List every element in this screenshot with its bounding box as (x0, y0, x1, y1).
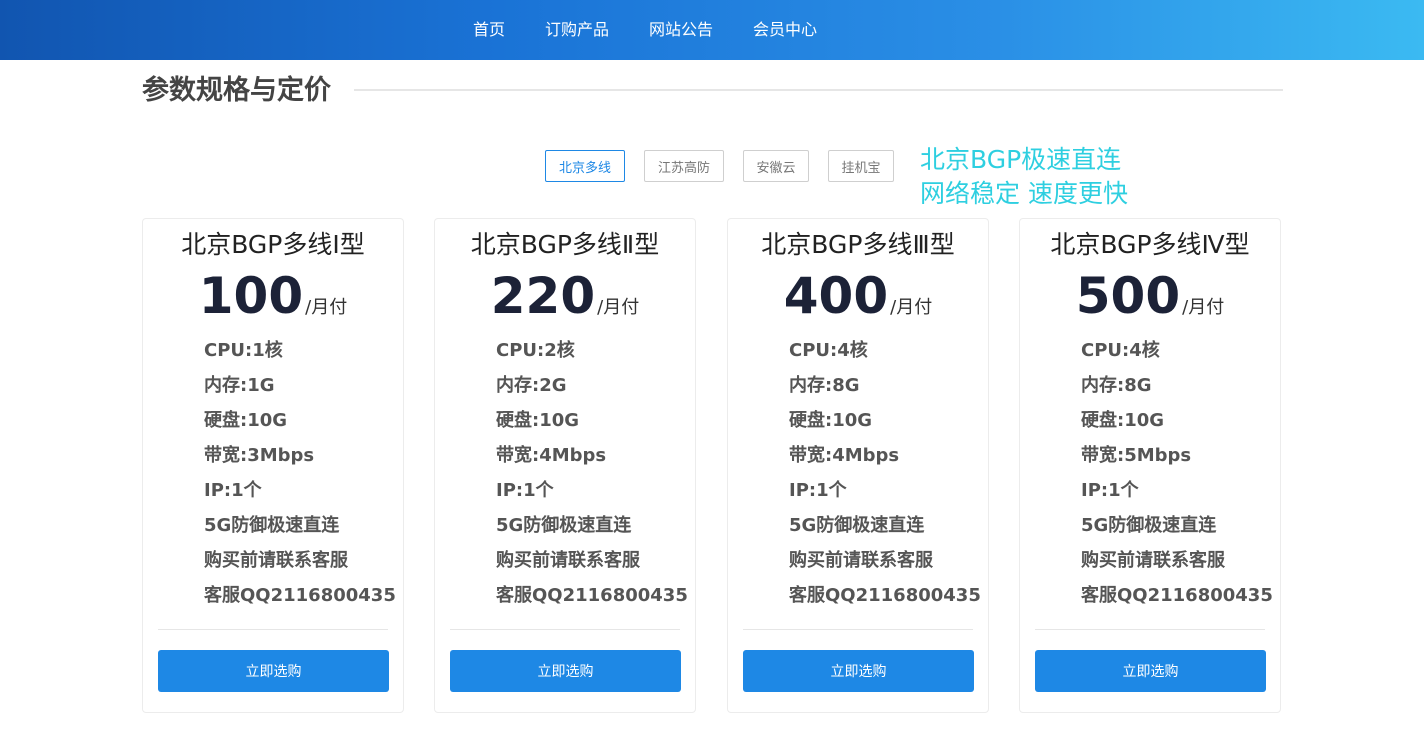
tab-anhui-cloud[interactable]: 安徽云 (743, 150, 809, 182)
card-divider (1035, 629, 1265, 630)
spec-contact-note: 购买前请联系客服 (496, 550, 640, 571)
spec-contact-note: 购买前请联系客服 (789, 550, 933, 571)
tab-jiangsu-ddos[interactable]: 江苏高防 (644, 150, 724, 182)
main-nav: 首页 订购产品 网站公告 会员中心 (0, 0, 1424, 60)
plan-price-row: 100 /月付 (143, 267, 403, 325)
spec-bandwidth: 带宽:3Mbps (204, 445, 315, 466)
plan-price-row: 220 /月付 (435, 267, 695, 325)
nav-item-member-center[interactable]: 会员中心 (753, 19, 817, 41)
card-divider (158, 629, 388, 630)
plan-name: 北京BGP多线Ⅰ型 (181, 230, 365, 259)
plan-name: 北京BGP多线Ⅱ型 (470, 230, 660, 259)
plan-specs: CPU:2核 内存:2G 硬盘:10G 带宽:4Mbps IP:1个 5G防御极… (496, 333, 688, 613)
spec-ip: IP:1个 (496, 480, 554, 501)
plan-name: 北京BGP多线Ⅲ型 (761, 230, 955, 259)
plan-card: 北京BGP多线Ⅰ型 100 /月付 CPU:1核 内存:1G 硬盘:10G 带宽… (142, 218, 404, 713)
plan-price: 400 (783, 267, 889, 325)
buy-now-button[interactable]: 立即选购 (743, 650, 974, 692)
plan-price: 500 (1075, 267, 1181, 325)
spec-ip: IP:1个 (789, 480, 847, 501)
spec-disk: 硬盘:10G (204, 410, 288, 431)
spec-defense: 5G防御极速直连 (496, 515, 632, 536)
promo-slogan: 北京BGP极速直连 网络稳定 速度更快 (920, 143, 1128, 211)
plan-name: 北京BGP多线Ⅳ型 (1050, 230, 1250, 259)
plan-price-unit: /月付 (597, 297, 640, 318)
spec-contact-note: 购买前请联系客服 (1081, 550, 1225, 571)
plan-specs: CPU:1核 内存:1G 硬盘:10G 带宽:3Mbps IP:1个 5G防御极… (204, 333, 396, 613)
tab-beijing-multiline[interactable]: 北京多线 (545, 150, 625, 182)
plan-price: 220 (490, 267, 596, 325)
tab-guajibao[interactable]: 挂机宝 (828, 150, 894, 182)
spec-memory: 内存:2G (496, 375, 567, 396)
spec-support-qq: 客服QQ2116800435 (204, 585, 396, 606)
spec-disk: 硬盘:10G (496, 410, 580, 431)
section-title: 参数规格与定价 (142, 75, 331, 106)
plan-specs: CPU:4核 内存:8G 硬盘:10G 带宽:5Mbps IP:1个 5G防御极… (1081, 333, 1273, 613)
card-divider (743, 629, 973, 630)
spec-defense: 5G防御极速直连 (204, 515, 340, 536)
nav-item-announcements[interactable]: 网站公告 (649, 19, 713, 41)
nav-item-home[interactable]: 首页 (473, 19, 505, 41)
buy-now-button[interactable]: 立即选购 (158, 650, 389, 692)
spec-cpu: CPU:4核 (1081, 340, 1160, 361)
spec-disk: 硬盘:10G (789, 410, 873, 431)
spec-ip: IP:1个 (1081, 480, 1139, 501)
plan-price: 100 (198, 267, 304, 325)
spec-cpu: CPU:1核 (204, 340, 283, 361)
spec-support-qq: 客服QQ2116800435 (1081, 585, 1273, 606)
promo-line-2: 网络稳定 速度更快 (920, 179, 1128, 208)
spec-bandwidth: 带宽:5Mbps (1081, 445, 1192, 466)
plan-price-row: 500 /月付 (1020, 267, 1280, 325)
top-navbar: 首页 订购产品 网站公告 会员中心 (0, 0, 1424, 60)
spec-defense: 5G防御极速直连 (789, 515, 925, 536)
buy-now-button[interactable]: 立即选购 (1035, 650, 1266, 692)
buy-now-button[interactable]: 立即选购 (450, 650, 681, 692)
spec-support-qq: 客服QQ2116800435 (789, 585, 981, 606)
section-title-divider (354, 89, 1283, 91)
plan-price-unit: /月付 (1182, 297, 1225, 318)
promo-line-1: 北京BGP极速直连 (920, 145, 1122, 174)
spec-contact-note: 购买前请联系客服 (204, 550, 348, 571)
spec-defense: 5G防御极速直连 (1081, 515, 1217, 536)
plan-card: 北京BGP多线Ⅲ型 400 /月付 CPU:4核 内存:8G 硬盘:10G 带宽… (727, 218, 989, 713)
nav-item-order-products[interactable]: 订购产品 (545, 19, 609, 41)
plan-specs: CPU:4核 内存:8G 硬盘:10G 带宽:4Mbps IP:1个 5G防御极… (789, 333, 981, 613)
plan-card: 北京BGP多线Ⅳ型 500 /月付 CPU:4核 内存:8G 硬盘:10G 带宽… (1019, 218, 1281, 713)
plan-card: 北京BGP多线Ⅱ型 220 /月付 CPU:2核 内存:2G 硬盘:10G 带宽… (434, 218, 696, 713)
spec-bandwidth: 带宽:4Mbps (789, 445, 900, 466)
spec-memory: 内存:8G (1081, 375, 1152, 396)
spec-ip: IP:1个 (204, 480, 262, 501)
spec-support-qq: 客服QQ2116800435 (496, 585, 688, 606)
card-divider (450, 629, 680, 630)
spec-bandwidth: 带宽:4Mbps (496, 445, 607, 466)
plan-price-unit: /月付 (305, 297, 348, 318)
spec-cpu: CPU:2核 (496, 340, 575, 361)
plan-price-row: 400 /月付 (728, 267, 988, 325)
spec-memory: 内存:8G (789, 375, 860, 396)
spec-disk: 硬盘:10G (1081, 410, 1165, 431)
spec-memory: 内存:1G (204, 375, 275, 396)
plan-price-unit: /月付 (890, 297, 933, 318)
spec-cpu: CPU:4核 (789, 340, 868, 361)
